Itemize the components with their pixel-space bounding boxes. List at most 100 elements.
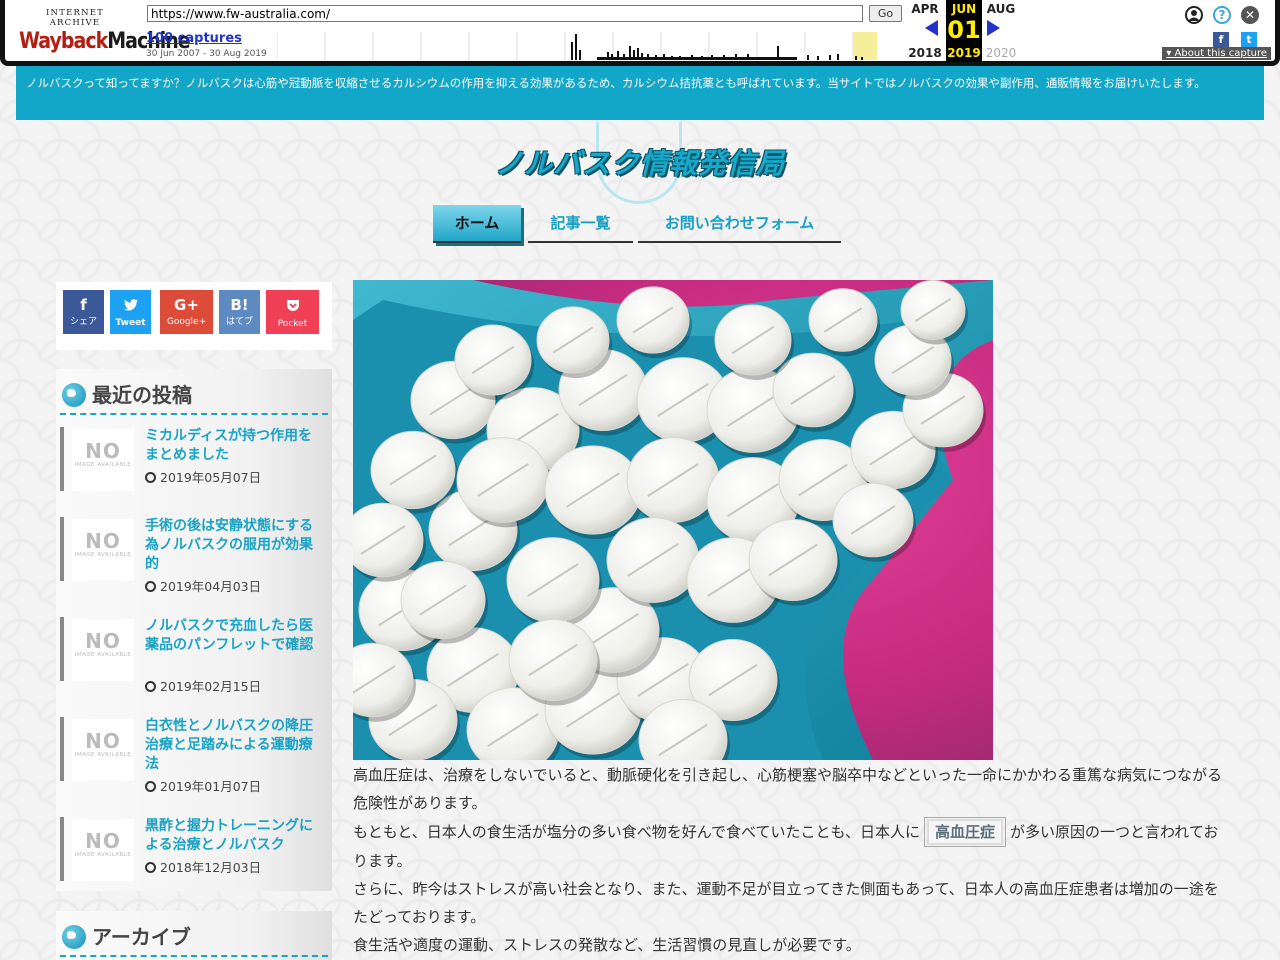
pocket-label: Pocket xyxy=(277,319,308,329)
capture-baseline xyxy=(597,57,797,60)
hatebu-label: はてブ xyxy=(225,317,253,327)
capture-bar xyxy=(807,55,809,60)
clock-icon xyxy=(145,681,156,692)
recent-post-item[interactable]: NO IMAGE AVAILABLE ミカルディスが持つ作用をまとめました 201… xyxy=(60,421,330,497)
google-plus-icon: G+ xyxy=(174,296,199,314)
clock-icon xyxy=(145,472,156,483)
thumb-sub-text: IMAGE AVAILABLE xyxy=(74,462,132,468)
post-thumbnail[interactable]: NO IMAGE AVAILABLE xyxy=(72,819,134,881)
twitter-icon[interactable]: t xyxy=(1241,32,1257,48)
close-icon[interactable]: ✕ xyxy=(1241,6,1259,24)
thumb-no-text: NO xyxy=(85,529,121,553)
next-arrow-icon[interactable] xyxy=(987,20,1000,36)
wayback-sparkline[interactable] xyxy=(277,32,901,60)
pocket-icon xyxy=(266,294,319,318)
post-title-link[interactable]: ノルバスクで充血したら医薬品のパンフレットで確認 xyxy=(145,617,323,655)
clock-icon xyxy=(145,862,156,873)
article-p2-pre: もともと、日本人の食生活が塩分の多い食べ物を好んで食べていたことも、日本人に xyxy=(353,823,921,841)
recent-posts-title: 最近の投稿 xyxy=(92,383,192,407)
hatena-icon: B! xyxy=(230,296,249,314)
tweet-button[interactable]: Tweet xyxy=(110,290,151,334)
post-title-link[interactable]: 手術の後は安静状態にする為ノルバスクの服用が効果的 xyxy=(145,517,323,574)
keyword-tag-label: 高血圧症 xyxy=(927,819,1004,845)
recent-posts-widget: 最近の投稿 NO IMAGE AVAILABLE ミカルディスが持つ作用をまとめま… xyxy=(56,369,332,891)
wayback-logo-main: WaybackMachine xyxy=(19,28,191,54)
recent-post-item[interactable]: NO IMAGE AVAILABLE 黒酢と握力トレーニングによる治療とノルバスク… xyxy=(60,811,330,887)
article-paragraph-1: 高血圧症は、治療をしないでいると、動脈硬化を引き起し、心筋梗塞や脳卒中などといっ… xyxy=(353,766,1222,812)
globe-icon xyxy=(62,383,86,407)
post-title-link[interactable]: 黒酢と握力トレーニングによる治療とノルバスク xyxy=(145,817,323,855)
post-accent-bar xyxy=(60,717,64,781)
hatebu-share-button[interactable]: B! はてブ xyxy=(219,290,260,334)
google-plus-label: Google+ xyxy=(166,317,207,327)
post-date: 2019年02月15日 xyxy=(145,676,261,695)
capture-bar xyxy=(575,34,577,60)
thumb-no-text: NO xyxy=(85,829,121,853)
thumb-sub-text: IMAGE AVAILABLE xyxy=(74,852,132,858)
wayback-logo-main-1: Wayback xyxy=(19,28,108,54)
wayback-about-label: About this capture xyxy=(1174,48,1267,59)
post-title-link[interactable]: 白衣性とノルバスクの降圧治療と足踏みによる運動療法 xyxy=(145,717,323,774)
keyword-tag[interactable]: 高血圧症 xyxy=(924,817,1007,847)
wayback-toolbar: INTERNET ARCHIVE WaybackMachine Go 100 c… xyxy=(0,0,1280,66)
capture-bar xyxy=(579,50,581,60)
wayback-url-input[interactable] xyxy=(147,5,863,22)
archive-header: アーカイブ xyxy=(60,911,328,957)
thumb-sub-text: IMAGE AVAILABLE xyxy=(74,752,132,758)
wayback-go-button[interactable]: Go xyxy=(869,5,902,22)
post-thumbnail[interactable]: NO IMAGE AVAILABLE xyxy=(72,719,134,781)
recent-post-item[interactable]: NO IMAGE AVAILABLE ノルバスクで充血したら医薬品のパンフレットで… xyxy=(60,611,330,694)
post-date: 2019年04月03日 xyxy=(145,576,261,595)
wayback-logo[interactable]: INTERNET ARCHIVE WaybackMachine xyxy=(19,8,191,54)
prev-arrow-icon[interactable] xyxy=(925,20,938,36)
google-plus-share-button[interactable]: G+ Google+ xyxy=(160,290,213,334)
wayback-next-month[interactable]: AUG xyxy=(981,2,1021,16)
facebook-icon[interactable]: f xyxy=(1213,32,1229,48)
thumb-no-text: NO xyxy=(85,729,121,753)
capture-bar xyxy=(829,55,831,60)
facebook-icon: f xyxy=(80,296,87,314)
site-title[interactable]: ノルバスク情報発信局 xyxy=(440,142,840,182)
post-thumbnail[interactable]: NO IMAGE AVAILABLE xyxy=(72,429,134,491)
wayback-current-day: 01 xyxy=(946,16,982,44)
recent-posts-header: 最近の投稿 xyxy=(60,369,328,415)
article-paragraph-3: さらに、昨今はストレスが高い社会となり、また、運動不足が目立ってきた側面もあって… xyxy=(353,880,1219,926)
help-icon[interactable]: ? xyxy=(1213,6,1231,24)
post-accent-bar xyxy=(60,617,64,681)
pocket-share-button[interactable]: Pocket xyxy=(266,290,319,334)
user-icon[interactable] xyxy=(1185,6,1203,24)
wayback-prev-month[interactable]: APR xyxy=(905,2,945,16)
thumb-sub-text: IMAGE AVAILABLE xyxy=(74,652,132,658)
share-label: シェア xyxy=(69,317,97,327)
nav-contact[interactable]: お問い合わせフォーム xyxy=(638,205,841,243)
thumb-sub-text: IMAGE AVAILABLE xyxy=(74,552,132,558)
site-logo[interactable]: ノルバスク情報発信局 xyxy=(440,122,840,206)
wayback-captures-link[interactable]: 100 captures xyxy=(146,31,242,46)
pills-illustration xyxy=(353,280,993,760)
wayback-logo-top: INTERNET ARCHIVE xyxy=(46,8,104,28)
site-description-banner: ノルバスクって知ってますか？ノルバスクは心筋や冠動脈を収縮させるカルシウムの作用… xyxy=(16,66,1264,120)
post-thumbnail[interactable]: NO IMAGE AVAILABLE xyxy=(72,519,134,581)
recent-post-item[interactable]: NO IMAGE AVAILABLE 手術の後は安静状態にする為ノルバスクの服用が… xyxy=(60,511,330,594)
article-paragraph-2: もともと、日本人の食生活が塩分の多い食べ物を好んで食べていたことも、日本人に 高血… xyxy=(353,817,1223,875)
wayback-about-link[interactable]: ▾ About this capture xyxy=(1162,47,1271,60)
post-date-text: 2019年04月03日 xyxy=(160,579,262,594)
post-date: 2018年12月03日 xyxy=(145,857,261,876)
post-title-link[interactable]: ミカルディスが持つ作用をまとめました xyxy=(145,427,323,465)
clock-icon xyxy=(145,781,156,792)
post-accent-bar xyxy=(60,427,64,491)
wayback-current-month: JUN xyxy=(951,2,977,16)
wayback-prev-year[interactable]: 2018 xyxy=(905,46,945,60)
post-thumbnail[interactable]: NO IMAGE AVAILABLE xyxy=(72,619,134,681)
hero-pills-image xyxy=(353,280,993,760)
wayback-next-year[interactable]: 2020 xyxy=(981,46,1021,60)
nav-home[interactable]: ホーム xyxy=(433,205,521,243)
recent-post-item[interactable]: NO IMAGE AVAILABLE 白衣性とノルバスクの降圧治療と足踏みによる運… xyxy=(60,711,330,794)
nav-articles[interactable]: 記事一覧 xyxy=(528,205,633,243)
capture-bar xyxy=(855,56,857,60)
globe-icon xyxy=(62,925,86,949)
capture-bar xyxy=(861,57,863,60)
facebook-share-button[interactable]: f シェア xyxy=(63,290,104,334)
share-buttons: f シェア Tweet G+ Google+ B! はてブ Pocket xyxy=(56,282,332,350)
wayback-current-year: 2019 xyxy=(947,46,981,60)
